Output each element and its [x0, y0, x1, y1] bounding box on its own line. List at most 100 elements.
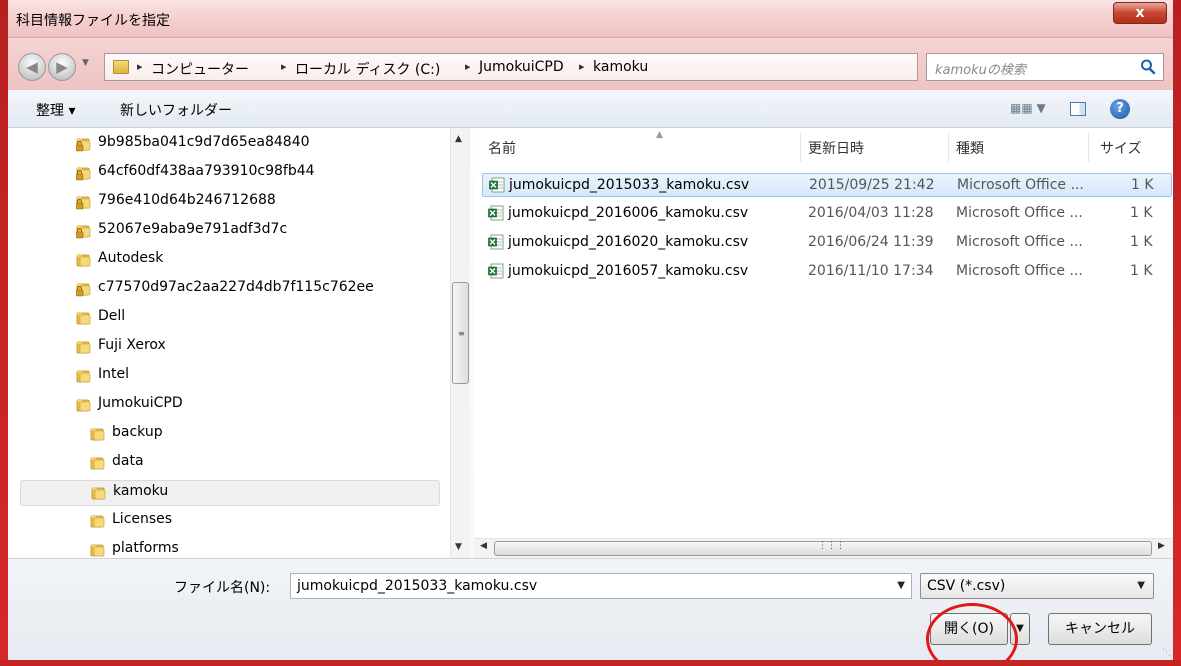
change-view-icon[interactable]: ▦▦ ▼	[1010, 101, 1048, 117]
dialog-footer: ファイル名(N): jumokuicpd_2015033_kamoku.csv …	[8, 558, 1173, 666]
sort-ascending-icon: ▲	[656, 130, 663, 140]
locked-folder-icon	[76, 225, 91, 239]
breadcrumb-separator[interactable]: ▸	[281, 60, 287, 73]
sidebar-item-label: 9b985ba041c9d7d65ea84840	[98, 134, 310, 150]
sidebar-item-label: 796e410d64b246712688	[98, 192, 276, 208]
sidebar-item-folder[interactable]: backup	[90, 422, 450, 448]
file-size: 1 K	[1131, 177, 1154, 193]
forward-button[interactable]: ▶	[48, 53, 76, 81]
sidebar-item-label: platforms	[112, 540, 179, 556]
column-divider[interactable]	[1088, 132, 1089, 162]
sidebar-item-folder[interactable]: JumokuiCPD	[76, 393, 436, 419]
resize-grip-icon[interactable]: ⋱	[1162, 648, 1171, 658]
file-size: 1 K	[1130, 205, 1153, 221]
locked-folder-icon	[76, 138, 91, 152]
back-button[interactable]: ◀	[18, 53, 46, 81]
cancel-button[interactable]: キャンセル	[1048, 613, 1152, 645]
search-input[interactable]: kamokuの検索	[926, 53, 1164, 81]
sidebar-item-folder[interactable]: 64cf60df438aa793910c98fb44	[76, 161, 436, 187]
organize-button[interactable]: 整理 ▾	[36, 100, 75, 120]
breadcrumb-separator[interactable]: ▸	[579, 60, 585, 73]
sidebar-item-folder[interactable]: platforms	[90, 538, 450, 558]
navigation-scrollbar[interactable]: ▲ ≡ ▼	[450, 128, 470, 558]
scroll-thumb[interactable]: ⋮⋮⋮	[494, 541, 1152, 556]
folder-icon	[90, 544, 105, 557]
filename-label: ファイル名(N):	[174, 580, 271, 596]
close-button[interactable]: x	[1113, 2, 1167, 24]
scroll-left-arrow[interactable]: ◀	[480, 541, 487, 551]
file-name: jumokuicpd_2016020_kamoku.csv	[508, 234, 749, 250]
window-title: 科目情報ファイルを指定	[16, 13, 170, 29]
file-modified-date: 2016/04/03 11:28	[808, 205, 934, 221]
search-icon[interactable]	[1139, 58, 1157, 76]
file-row[interactable]: jumokuicpd_2016006_kamoku.csv 2016/04/03 …	[482, 202, 1172, 226]
file-list-horizontal-scrollbar[interactable]: ◀ ⋮⋮⋮ ▶	[474, 538, 1173, 558]
sidebar-item-label: JumokuiCPD	[98, 395, 183, 411]
file-size: 1 K	[1130, 263, 1153, 279]
folder-icon	[76, 399, 91, 412]
address-bar[interactable]: ▸ コンピューター ▸ ローカル ディスク (C:) ▸ JumokuiCPD …	[104, 53, 1000, 81]
excel-csv-file-icon	[488, 234, 504, 250]
sidebar-item-label: data	[112, 453, 144, 469]
sidebar-item-folder[interactable]: Licenses	[90, 509, 450, 535]
folder-icon	[76, 312, 91, 325]
excel-csv-file-icon	[488, 263, 504, 279]
sidebar-item-folder[interactable]: data	[90, 451, 450, 477]
scroll-down-arrow[interactable]: ▼	[455, 542, 462, 552]
window-border-bottom	[0, 660, 1181, 666]
sidebar-item-folder[interactable]: Intel	[76, 364, 436, 390]
sidebar-item-folder[interactable]: Autodesk	[76, 248, 436, 274]
grip-icon: ⋮⋮⋮	[818, 541, 845, 551]
filename-value[interactable]: jumokuicpd_2015033_kamoku.csv	[297, 578, 537, 594]
sidebar-item-label: backup	[112, 424, 163, 440]
column-header-modified[interactable]: 更新日時	[808, 138, 864, 158]
file-name: jumokuicpd_2015033_kamoku.csv	[509, 177, 750, 193]
sidebar-item-folder[interactable]: 9b985ba041c9d7d65ea84840	[76, 132, 436, 158]
help-icon[interactable]: ?	[1110, 99, 1130, 119]
filename-history-dropdown[interactable]: ▼	[897, 580, 905, 591]
sidebar-item-folder[interactable]: 796e410d64b246712688	[76, 190, 436, 216]
column-header-type[interactable]: 種類	[956, 138, 984, 158]
breadcrumb-local-disk[interactable]: ローカル ディスク (C:)	[295, 59, 440, 79]
breadcrumb-separator[interactable]: ▸	[137, 60, 143, 73]
sidebar-item-folder[interactable]: Fuji Xerox	[76, 335, 436, 361]
filetype-select[interactable]: CSV (*.csv) ▼	[920, 573, 1154, 599]
file-size: 1 K	[1130, 234, 1153, 250]
breadcrumb-kamoku[interactable]: kamoku	[593, 59, 648, 75]
file-modified-date: 2016/06/24 11:39	[808, 234, 934, 250]
file-name: jumokuicpd_2016006_kamoku.csv	[508, 205, 749, 221]
file-list-pane[interactable]: ▲ 名前 更新日時 種類 サイズ jumokuicpd_2015033_kamo…	[474, 128, 1173, 558]
chevron-down-icon[interactable]: ▼	[1137, 580, 1145, 591]
file-row[interactable]: jumokuicpd_2015033_kamoku.csv 2015/09/25 …	[482, 173, 1172, 197]
column-header-name[interactable]: 名前	[488, 138, 516, 158]
excel-csv-file-icon	[489, 177, 505, 193]
file-name: jumokuicpd_2016057_kamoku.csv	[508, 263, 749, 279]
folder-icon	[90, 515, 105, 528]
filename-input[interactable]: jumokuicpd_2015033_kamoku.csv ▼	[290, 573, 912, 599]
breadcrumb-jumokuicpd[interactable]: JumokuiCPD	[479, 59, 564, 75]
file-row[interactable]: jumokuicpd_2016020_kamoku.csv 2016/06/24 …	[482, 231, 1172, 255]
new-folder-button[interactable]: 新しいフォルダー	[120, 100, 232, 120]
title-bar[interactable]: 科目情報ファイルを指定 x	[8, 0, 1173, 38]
sidebar-item-folder[interactable]: kamoku	[20, 480, 440, 506]
folder-icon	[90, 428, 105, 441]
breadcrumb-separator[interactable]: ▸	[465, 60, 471, 73]
scroll-right-arrow[interactable]: ▶	[1158, 541, 1165, 551]
file-modified-date: 2015/09/25 21:42	[809, 177, 935, 193]
column-divider[interactable]	[948, 132, 949, 162]
sidebar-item-folder[interactable]: Dell	[76, 306, 436, 332]
column-divider[interactable]	[800, 132, 801, 162]
locked-folder-icon	[76, 283, 91, 297]
scroll-thumb[interactable]: ≡	[452, 282, 469, 384]
breadcrumb-computer[interactable]: コンピューター	[151, 59, 249, 79]
file-row[interactable]: jumokuicpd_2016057_kamoku.csv 2016/11/10 …	[482, 260, 1172, 284]
sidebar-item-folder[interactable]: 52067e9aba9e791adf3d7c	[76, 219, 436, 245]
scroll-up-arrow[interactable]: ▲	[455, 134, 462, 144]
navigation-pane[interactable]: 9b985ba041c9d7d65ea84840 64cf60df438aa793…	[8, 128, 470, 558]
preview-pane-icon[interactable]	[1070, 102, 1086, 116]
search-placeholder: kamokuの検索	[935, 63, 1026, 78]
sidebar-item-folder[interactable]: c77570d97ac2aa227d4db7f115c762ee	[76, 277, 436, 303]
column-header-size[interactable]: サイズ	[1100, 138, 1142, 158]
locked-folder-icon	[76, 196, 91, 210]
recent-pages-dropdown[interactable]: ▼	[82, 58, 94, 76]
